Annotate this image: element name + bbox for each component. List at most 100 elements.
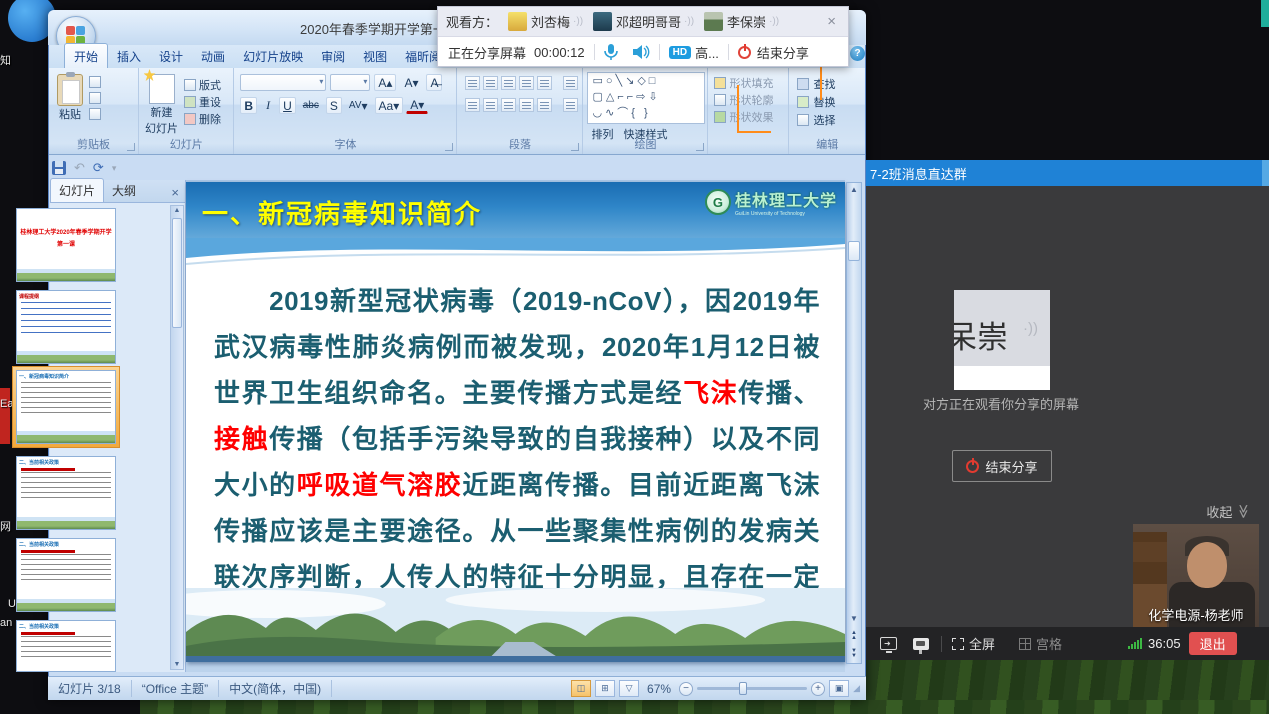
text-direction-button[interactable]: [563, 76, 578, 90]
shapes-gallery[interactable]: ▭○╲↘◇□ ▢△⌐⌐⇨⇩ ◡∿⌒{ }: [587, 72, 705, 124]
slide-thumbnail-1[interactable]: 桂林理工大学2020年春季学期开学 第一课: [16, 208, 116, 282]
slide-sorter-button[interactable]: ⊞: [595, 680, 615, 697]
paste-button[interactable]: 粘贴: [57, 74, 83, 122]
slide-thumbnail-2[interactable]: 课程提纲: [16, 290, 116, 364]
end-share-button[interactable]: 结束分享: [952, 450, 1052, 482]
cut-button[interactable]: [89, 76, 101, 88]
tab-home[interactable]: 开始: [64, 43, 108, 68]
tab-slides-thumbnails[interactable]: 幻灯片: [50, 178, 104, 202]
undo-icon[interactable]: ↶: [74, 160, 85, 176]
increase-indent-button[interactable]: [519, 76, 534, 90]
current-slide[interactable]: 一、新冠病毒知识简介 G 桂林理工大学 GuiLin University of…: [186, 182, 845, 662]
fullscreen-icon[interactable]: [952, 638, 964, 650]
scroll-down-icon[interactable]: ▼: [171, 661, 183, 668]
slide-editing-area[interactable]: 一、新冠病毒知识简介 G 桂林理工大学 GuiLin University of…: [186, 180, 845, 672]
scrollbar-thumb[interactable]: [848, 241, 860, 261]
tab-outline[interactable]: 大纲: [104, 179, 144, 202]
webcam-video[interactable]: 化学电源-杨老师: [1133, 524, 1259, 627]
dialog-launcher-icon[interactable]: [445, 143, 453, 151]
desktop-red-icon[interactable]: [0, 388, 10, 444]
slide-thumbnail-6[interactable]: 二、当前相关政策: [16, 620, 116, 672]
align-right-button[interactable]: [501, 98, 516, 112]
zoom-in-button[interactable]: +: [811, 682, 825, 696]
font-name-combo[interactable]: [240, 74, 326, 91]
bold-button[interactable]: B: [240, 97, 257, 114]
slide-scrollbar[interactable]: ▲ ▼ ▲▲ ▼▼: [846, 182, 862, 664]
share-screen-icon[interactable]: ➜: [880, 637, 897, 650]
bullets-button[interactable]: [465, 76, 480, 90]
scroll-up-icon[interactable]: ▲: [847, 185, 861, 194]
align-left-button[interactable]: [465, 98, 480, 112]
whiteboard-icon[interactable]: [913, 638, 929, 650]
zoom-slider-thumb[interactable]: [739, 682, 747, 695]
close-pane-icon[interactable]: ×: [165, 185, 185, 202]
font-color-button[interactable]: A▾: [406, 97, 428, 114]
tab-insert[interactable]: 插入: [108, 44, 150, 68]
layout-button[interactable]: 版式: [184, 77, 221, 93]
desktop-icon-label[interactable]: an: [0, 617, 12, 629]
decrease-indent-button[interactable]: [501, 76, 516, 90]
resize-grip-icon[interactable]: ◢: [853, 683, 860, 694]
fullscreen-button[interactable]: 全屏: [969, 634, 995, 653]
clear-format-button[interactable]: A̶: [426, 74, 442, 91]
line-spacing-button[interactable]: [537, 76, 552, 90]
fit-to-window-button[interactable]: ▣: [829, 680, 849, 697]
microphone-icon[interactable]: [604, 43, 618, 61]
chat-group-titlebar[interactable]: 7-2班消息直达群: [866, 160, 1269, 186]
scroll-down-icon[interactable]: ▼: [847, 614, 861, 623]
exit-button[interactable]: 退出: [1189, 632, 1237, 655]
grid-view-button[interactable]: 宫格: [1036, 634, 1062, 653]
columns-button[interactable]: [537, 98, 552, 112]
underline-button[interactable]: U: [279, 97, 296, 114]
speaker-icon[interactable]: [632, 44, 650, 60]
tab-slideshow[interactable]: 幻灯片放映: [234, 44, 312, 68]
tab-review[interactable]: 审阅: [312, 44, 354, 68]
format-painter-button[interactable]: [89, 108, 101, 120]
tab-view[interactable]: 视图: [354, 44, 396, 68]
shrink-font-button[interactable]: A▾: [400, 74, 422, 91]
reset-button[interactable]: 重设: [184, 94, 221, 110]
new-slide-button[interactable]: 新建 幻灯片: [145, 74, 178, 136]
align-center-button[interactable]: [483, 98, 498, 112]
help-button[interactable]: ?: [850, 46, 865, 61]
dialog-launcher-icon[interactable]: [696, 143, 704, 151]
dialog-launcher-icon[interactable]: [571, 143, 579, 151]
char-spacing-button[interactable]: AV▾: [345, 97, 372, 114]
slide-thumbnail-4[interactable]: 二、当前相关政策: [16, 456, 116, 530]
chat-scrollbar[interactable]: [1262, 160, 1269, 186]
tab-animations[interactable]: 动画: [192, 44, 234, 68]
slide-thumbnail-3-selected[interactable]: 一、新冠病毒知识简介: [12, 366, 120, 448]
dialog-launcher-icon[interactable]: [127, 143, 135, 151]
qat-more-icon[interactable]: ▾: [112, 163, 117, 174]
redo-icon[interactable]: ⟳: [93, 160, 104, 176]
convert-smartart-button[interactable]: [563, 98, 578, 112]
change-case-button[interactable]: Aa▾: [375, 97, 404, 114]
close-toolbar-icon[interactable]: ×: [823, 13, 840, 30]
quality-label[interactable]: 高...: [695, 43, 719, 62]
grow-font-button[interactable]: A▴: [374, 74, 396, 91]
italic-button[interactable]: I: [260, 97, 276, 114]
strikethrough-button[interactable]: abc: [299, 97, 323, 114]
select-button[interactable]: 选择: [797, 112, 865, 128]
numbering-button[interactable]: [483, 76, 498, 90]
normal-view-button[interactable]: ◫: [571, 680, 591, 697]
zoom-slider[interactable]: [697, 687, 807, 690]
copy-button[interactable]: [89, 92, 101, 104]
tab-design[interactable]: 设计: [150, 44, 192, 68]
scroll-up-icon[interactable]: ▲: [171, 207, 183, 214]
delete-slide-button[interactable]: 删除: [184, 111, 221, 127]
grid-view-icon[interactable]: [1019, 638, 1031, 650]
desktop-icon-label[interactable]: 网: [0, 518, 11, 534]
scrollbar-thumb[interactable]: [172, 218, 182, 328]
replace-button[interactable]: 替换: [797, 94, 865, 110]
font-size-combo[interactable]: [330, 74, 370, 91]
save-icon[interactable]: [52, 161, 66, 175]
previous-slide-button[interactable]: ▲▲: [847, 631, 861, 641]
justify-button[interactable]: [519, 98, 534, 112]
shadow-button[interactable]: S: [326, 97, 342, 114]
slideshow-button[interactable]: ▽: [619, 680, 639, 697]
zoom-out-button[interactable]: −: [679, 682, 693, 696]
slide-thumbnail-5[interactable]: 二、当前相关政策: [16, 538, 116, 612]
next-slide-button[interactable]: ▼▼: [847, 649, 861, 659]
end-share-button[interactable]: 结束分享: [757, 43, 809, 62]
